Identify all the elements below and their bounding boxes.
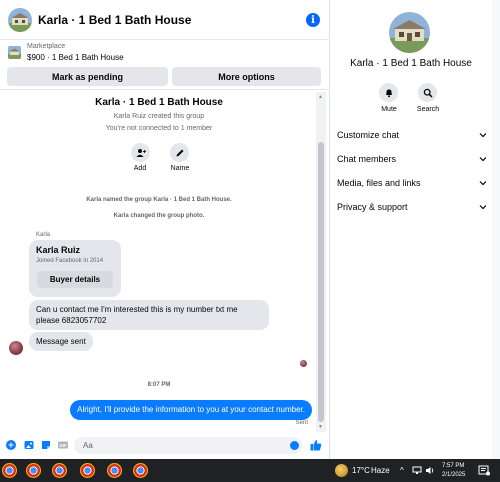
system-message: Karla changed the group photo. <box>113 213 205 219</box>
svg-text:GIF: GIF <box>59 443 67 448</box>
message-timestamp: 8:07 PM <box>147 382 171 388</box>
search-label: Search <box>416 106 440 113</box>
menu-media-files-links[interactable]: Media, files and links <box>337 176 487 190</box>
info-title: Karla · 1 Bed 1 Bath House <box>350 58 472 69</box>
volume-icon[interactable] <box>425 466 435 475</box>
gif-icon[interactable]: GIF <box>58 440 68 450</box>
taskbar: 17°C Haze ^ 7:57 PM 2/1/2025 <box>0 459 500 482</box>
add-people-button[interactable] <box>131 143 150 162</box>
group-avatar-large[interactable] <box>389 12 430 53</box>
add-label: Add <box>133 165 147 172</box>
app-window: Karla · 1 Bed 1 Bath House i Marketplace… <box>0 0 500 482</box>
search-icon <box>423 88 433 98</box>
scroll-down-icon[interactable]: ▼ <box>318 424 323 430</box>
weather-condition[interactable]: Haze <box>371 466 390 475</box>
pencil-icon <box>176 149 183 156</box>
chat-info-panel: Karla · 1 Bed 1 Bath House Mute Search C… <box>331 0 500 459</box>
menu-customize-chat[interactable]: Customize chat <box>337 128 487 142</box>
marketplace-label: Marketplace <box>27 43 66 50</box>
mute-label: Mute <box>381 106 397 113</box>
plus-circle-icon[interactable] <box>6 440 16 450</box>
menu-label: Privacy & support <box>337 202 408 212</box>
notification-icon[interactable] <box>478 465 490 476</box>
scroll-up-icon[interactable]: ▲ <box>318 94 323 100</box>
chevron-down-icon <box>479 205 487 210</box>
chrome-icon[interactable] <box>80 463 95 478</box>
network-icon[interactable] <box>412 466 422 475</box>
group-created-text: Karla Ruiz created this group <box>113 113 205 120</box>
tray-chevron-icon[interactable]: ^ <box>400 466 404 475</box>
menu-label: Media, files and links <box>337 178 421 188</box>
connection-text: You're not connected to 1 member <box>105 125 213 132</box>
thread-group-title: Karla · 1 Bed 1 Bath House <box>95 97 223 108</box>
listing-title[interactable]: $900 · 1 Bed 1 Bath House <box>27 53 124 62</box>
chrome-icon[interactable] <box>2 463 17 478</box>
chrome-icon[interactable] <box>26 463 41 478</box>
bell-icon <box>385 89 392 97</box>
mark-pending-button[interactable]: Mark as pending <box>7 67 168 86</box>
profile-joined: Joined Facebook in 2014 <box>36 258 104 264</box>
emoji-icon[interactable] <box>290 441 299 450</box>
more-options-button[interactable]: More options <box>172 67 321 86</box>
photo-icon[interactable] <box>24 440 34 450</box>
name-group-button[interactable] <box>170 143 189 162</box>
avatar[interactable] <box>9 341 23 355</box>
chrome-icon[interactable] <box>107 463 122 478</box>
seen-avatar <box>300 360 307 367</box>
chevron-down-icon <box>479 181 487 186</box>
sticker-icon[interactable] <box>41 440 51 450</box>
add-person-icon <box>136 148 146 157</box>
outgoing-message[interactable]: Alright, I'll provide the information to… <box>70 400 312 420</box>
menu-privacy-support[interactable]: Privacy & support <box>337 200 487 214</box>
menu-label: Customize chat <box>337 130 400 140</box>
clock-time[interactable]: 7:57 PM <box>442 463 464 469</box>
info-scrollbar[interactable] <box>492 0 500 459</box>
search-button[interactable] <box>418 83 437 102</box>
incoming-message[interactable]: Can u contact me I'm interested this is … <box>29 300 269 330</box>
thread-scrollbar[interactable]: ▲ ▼ <box>316 92 326 432</box>
chrome-icon[interactable] <box>52 463 67 478</box>
menu-label: Chat members <box>337 154 397 164</box>
incoming-message[interactable]: Message sent <box>29 332 93 351</box>
chat-title[interactable]: Karla · 1 Bed 1 Bath House <box>38 13 191 27</box>
composer: GIF Aa <box>0 432 330 458</box>
thumbs-up-icon[interactable] <box>310 439 322 451</box>
chevron-down-icon <box>479 133 487 138</box>
buyer-details-button[interactable]: Buyer details <box>37 271 113 288</box>
sent-status: Sent <box>295 420 308 426</box>
chrome-icon[interactable] <box>133 463 148 478</box>
system-message: Karla named the group Karla · 1 Bed 1 Ba… <box>86 197 232 203</box>
chat-header: Karla · 1 Bed 1 Bath House i <box>0 0 330 40</box>
sender-name: Karla <box>36 232 51 238</box>
menu-chat-members[interactable]: Chat members <box>337 152 487 166</box>
scroll-thumb[interactable] <box>318 142 324 422</box>
weather-icon[interactable] <box>335 464 348 477</box>
profile-name[interactable]: Karla Ruiz <box>36 245 80 255</box>
profile-card: Karla Ruiz Joined Facebook in 2014 Buyer… <box>29 240 121 297</box>
chevron-down-icon <box>479 157 487 162</box>
name-label: Name <box>170 165 190 172</box>
info-icon[interactable]: i <box>306 13 320 27</box>
clock-date[interactable]: 2/1/2025 <box>442 472 465 478</box>
weather-temp[interactable]: 17°C <box>352 466 370 475</box>
message-thread: Karla · 1 Bed 1 Bath House Karla Ruiz cr… <box>0 92 316 432</box>
mute-button[interactable] <box>379 83 398 102</box>
message-input[interactable]: Aa <box>74 437 302 454</box>
listing-thumbnail[interactable] <box>8 46 21 59</box>
group-avatar[interactable] <box>8 7 32 32</box>
chat-panel: Karla · 1 Bed 1 Bath House i Marketplace… <box>0 0 330 459</box>
